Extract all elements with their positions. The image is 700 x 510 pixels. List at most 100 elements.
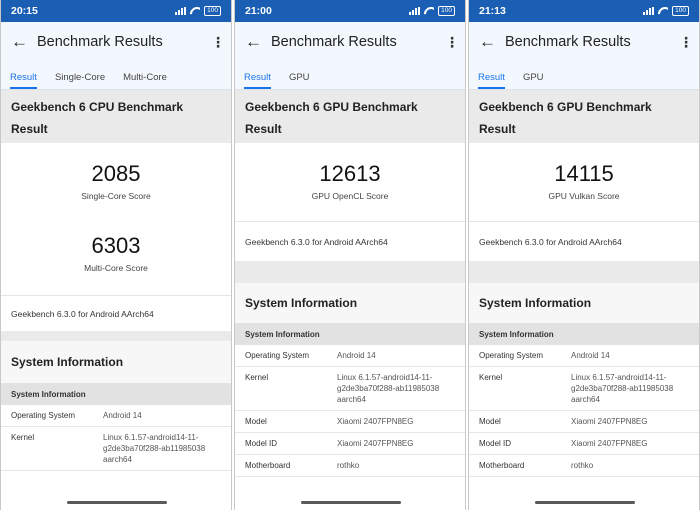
info-key: Operating System: [11, 411, 76, 420]
arrow-back-icon[interactable]: ←: [479, 32, 505, 52]
score-card: 14115 GPU Vulkan Score: [469, 143, 699, 221]
info-value: Linux 6.1.57-android14-11-g2de3ba70f288-…: [103, 433, 206, 464]
score-block: 12613 GPU OpenCL Score: [235, 161, 465, 201]
info-key: Operating System: [245, 351, 310, 360]
more-vert-icon[interactable]: ⋮: [679, 34, 693, 51]
gesture-home-bar[interactable]: [301, 501, 401, 504]
info-row: Motherboard rothko: [469, 455, 699, 477]
signal-icon: [175, 7, 187, 15]
system-information-title: System Information: [469, 283, 699, 323]
status-icons: 100: [175, 6, 221, 16]
result-heading: Result: [479, 122, 516, 136]
info-row: Motherboard rothko: [235, 455, 465, 477]
info-value: rothko: [571, 461, 594, 470]
info-row: Model ID Xiaomi 2407FPN8EG: [469, 433, 699, 455]
info-key: Motherboard: [245, 461, 291, 470]
info-key: Operating System: [479, 351, 544, 360]
info-row: Model Xiaomi 2407FPN8EG: [469, 411, 699, 433]
signal-icon: [409, 7, 421, 15]
gesture-home-bar[interactable]: [535, 501, 635, 504]
geekbench-version: Geekbench 6.3.0 for Android AArch64: [469, 221, 699, 261]
tab-gpu[interactable]: GPU: [523, 72, 544, 89]
section-divider: [235, 261, 465, 283]
info-row: Kernel Linux 6.1.57-android14-11-g2de3ba7…: [1, 427, 231, 471]
status-bar: 20:15 100: [1, 0, 231, 22]
status-bar: 21:00 100: [235, 0, 465, 22]
result-heading: Result: [245, 122, 282, 136]
tab-bar: Result GPU: [235, 62, 465, 90]
info-row: Operating System Android 14: [235, 345, 465, 367]
page-title: Benchmark Results: [271, 34, 397, 50]
score-card: 12613 GPU OpenCL Score: [235, 143, 465, 221]
info-key: Kernel: [245, 373, 269, 382]
tab-result[interactable]: Result: [478, 72, 505, 89]
info-key: Model: [479, 417, 501, 426]
status-bar: 21:13 100: [469, 0, 699, 22]
system-information-subheader: System Information: [1, 383, 231, 405]
info-row: Kernel Linux 6.1.57-android14-11-g2de3ba7…: [469, 367, 699, 411]
score-label: Multi-Core Score: [84, 263, 148, 273]
system-information-title: System Information: [235, 283, 465, 323]
tab-bar: Result GPU: [469, 62, 699, 90]
info-key: Kernel: [11, 433, 35, 442]
info-key: Kernel: [479, 373, 503, 382]
score-value: 2085: [91, 161, 141, 186]
signal-icon: [643, 7, 655, 15]
score-label: GPU Vulkan Score: [548, 191, 620, 201]
system-information-title: System Information: [1, 341, 231, 383]
status-time: 21:13: [479, 5, 506, 17]
battery-icon: 100: [204, 6, 221, 16]
arrow-back-icon[interactable]: ←: [11, 32, 37, 52]
info-row: Model Xiaomi 2407FPN8EG: [235, 411, 465, 433]
score-card: 2085 Single-Core Score 6303 Multi-Core Scor…: [1, 143, 231, 295]
score-value: 14115: [554, 161, 614, 186]
page-title: Benchmark Results: [505, 34, 631, 50]
score-block: 14115 GPU Vulkan Score: [469, 161, 699, 201]
more-vert-icon[interactable]: ⋮: [445, 34, 459, 51]
wifi-icon: [658, 7, 668, 15]
score-value: 6303: [91, 233, 141, 258]
gesture-home-bar[interactable]: [67, 501, 167, 504]
info-value: Android 14: [571, 351, 610, 360]
tab-bar: Result Single-Core Multi-Core: [1, 62, 231, 90]
result-heading: Result: [11, 122, 48, 136]
wifi-icon: [424, 7, 434, 15]
info-row: Operating System Android 14: [469, 345, 699, 367]
info-value: Android 14: [103, 411, 142, 420]
info-key: Model: [245, 417, 267, 426]
info-value: Xiaomi 2407FPN8EG: [337, 417, 414, 426]
arrow-back-icon[interactable]: ←: [245, 32, 271, 52]
tab-result[interactable]: Result: [10, 72, 37, 89]
status-icons: 100: [409, 6, 455, 16]
score-value: 12613: [319, 161, 381, 186]
page-title: Benchmark Results: [37, 34, 163, 50]
info-row: Operating System Android 14: [1, 405, 231, 427]
phone-screen-gpu-opencl: 21:00 100 ← Benchmark Results ⋮ Result GPU Geek…: [234, 0, 466, 510]
info-row: Model ID Xiaomi 2407FPN8EG: [235, 433, 465, 455]
info-value: Linux 6.1.57-android14-11-g2de3ba70f288-…: [571, 373, 674, 404]
tab-gpu[interactable]: GPU: [289, 72, 310, 89]
score-label: GPU OpenCL Score: [311, 191, 389, 201]
info-key: Motherboard: [479, 461, 525, 470]
info-value: Android 14: [337, 351, 376, 360]
wifi-icon: [190, 7, 200, 15]
benchmark-title: Geekbench 6 GPU Benchmark: [245, 100, 418, 114]
score-block: 2085 Single-Core Score: [1, 161, 231, 201]
section-divider: [1, 331, 231, 341]
phone-screen-gpu-vulkan: 21:13 100 ← Benchmark Results ⋮ Result GPU Geek…: [468, 0, 700, 510]
info-key: Model ID: [479, 439, 512, 448]
info-value: Xiaomi 2407FPN8EG: [571, 439, 648, 448]
info-row: Kernel Linux 6.1.57-android14-11-g2de3ba7…: [235, 367, 465, 411]
geekbench-version: Geekbench 6.3.0 for Android AArch64: [1, 295, 231, 331]
tab-result[interactable]: Result: [244, 72, 271, 89]
tab-single-core[interactable]: Single-Core: [55, 72, 105, 89]
status-time: 21:00: [245, 5, 272, 17]
benchmark-title: Geekbench 6 CPU Benchmark: [11, 100, 184, 114]
benchmark-header: Geekbench 6 GPU Benchmark Result: [235, 90, 465, 143]
tab-multi-core[interactable]: Multi-Core: [123, 72, 167, 89]
score-block: 6303 Multi-Core Score: [1, 233, 231, 273]
system-information-subheader: System Information: [235, 323, 465, 345]
geekbench-version: Geekbench 6.3.0 for Android AArch64: [235, 221, 465, 261]
benchmark-header: Geekbench 6 CPU Benchmark Result: [1, 90, 231, 143]
more-vert-icon[interactable]: ⋮: [211, 34, 225, 51]
